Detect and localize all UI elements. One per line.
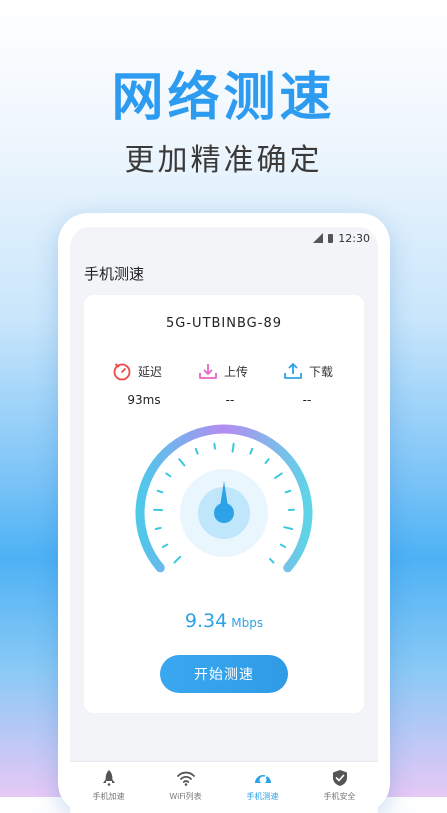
metric-upload: 上传	[198, 361, 248, 381]
gauge-tick	[175, 557, 181, 563]
gauge-hub	[214, 503, 234, 523]
app-screen: 12:30 手机测速 5G-UTBINBG-89 延迟 93ms	[70, 227, 378, 813]
upload-tray-icon	[198, 361, 218, 381]
metric-latency-label: 延迟	[138, 363, 162, 380]
status-bar: 12:30	[313, 229, 370, 247]
gauge-tick	[158, 491, 163, 493]
metric-upload-label: 上传	[224, 363, 248, 380]
gauge-tick	[270, 559, 274, 563]
gauge-tick	[281, 545, 285, 547]
metric-download-value: --	[267, 393, 347, 407]
gauge-tick	[286, 491, 291, 493]
rocket-icon	[101, 769, 117, 787]
tab-wifi-list[interactable]: WiFi列表	[147, 762, 224, 813]
tab-phone-speed-test[interactable]: 手机测速	[224, 762, 301, 813]
speed-unit: Mbps	[231, 616, 263, 630]
battery-icon	[328, 234, 333, 243]
gauge-tick	[179, 459, 184, 465]
phone-frame: 12:30 手机测速 5G-UTBINBG-89 延迟 93ms	[58, 213, 390, 813]
speed-gauge	[134, 423, 314, 583]
gauge-tick	[163, 545, 167, 547]
gauge-tick	[166, 473, 170, 476]
gauge-tick	[275, 473, 282, 478]
gauge-tick	[233, 444, 234, 452]
page-title: 手机测速	[84, 263, 144, 284]
tab-phone-boost[interactable]: 手机加速	[70, 762, 147, 813]
status-time: 12:30	[338, 232, 370, 245]
download-tray-icon	[283, 361, 303, 381]
metric-download-label: 下载	[309, 363, 333, 380]
metric-upload-value: --	[190, 393, 270, 407]
speed-readout: 9.34 Mbps	[84, 610, 364, 632]
speedometer-icon	[253, 769, 273, 787]
shield-icon	[332, 769, 348, 787]
gauge-tick	[214, 444, 215, 449]
speed-value: 9.34	[185, 610, 227, 632]
start-test-button[interactable]: 开始测速	[160, 655, 288, 693]
stopwatch-icon	[112, 361, 132, 381]
gauge-tick	[284, 527, 292, 529]
signal-icon	[313, 233, 323, 243]
metric-latency: 延迟	[112, 361, 162, 381]
tab-phone-security[interactable]: 手机安全	[301, 762, 378, 813]
gauge-tick	[250, 449, 252, 454]
wifi-icon	[176, 769, 196, 787]
speed-test-card: 5G-UTBINBG-89 延迟 93ms 上传 -	[84, 295, 364, 713]
metric-latency-value: 93ms	[104, 393, 184, 407]
metric-download: 下载	[283, 361, 333, 381]
gauge-tick	[196, 449, 198, 454]
promo-subtitle: 更加精准确定	[0, 135, 447, 179]
gauge-tick	[156, 528, 161, 529]
bottom-tab-bar: 手机加速 WiFi列表 手机测速	[70, 761, 378, 813]
network-ssid: 5G-UTBINBG-89	[84, 316, 364, 331]
promo-title: 网络测速	[0, 55, 447, 130]
gauge-tick	[266, 459, 269, 463]
